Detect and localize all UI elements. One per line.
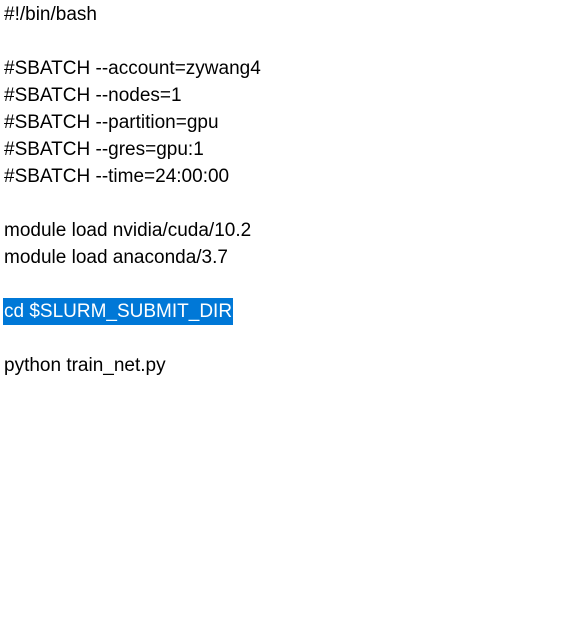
- script-line-module-cuda[interactable]: module load nvidia/cuda/10.2: [4, 217, 251, 244]
- text-editor-area[interactable]: #!/bin/bash #SBATCH --account=zywang4 #S…: [0, 0, 586, 632]
- script-line-sbatch-gres[interactable]: #SBATCH --gres=gpu:1: [4, 136, 204, 163]
- script-line-sbatch-partition[interactable]: #SBATCH --partition=gpu: [4, 109, 219, 136]
- script-line-python-run[interactable]: python train_net.py: [4, 352, 166, 379]
- script-line-cd-selected[interactable]: cd $SLURM_SUBMIT_DIR: [3, 298, 234, 325]
- script-line-sbatch-nodes[interactable]: #SBATCH --nodes=1: [4, 82, 182, 109]
- script-line-sbatch-time[interactable]: #SBATCH --time=24:00:00: [4, 163, 229, 190]
- script-line-sbatch-account[interactable]: #SBATCH --account=zywang4: [4, 55, 261, 82]
- script-line-shebang[interactable]: #!/bin/bash: [4, 1, 97, 28]
- script-line-module-anaconda[interactable]: module load anaconda/3.7: [4, 244, 228, 271]
